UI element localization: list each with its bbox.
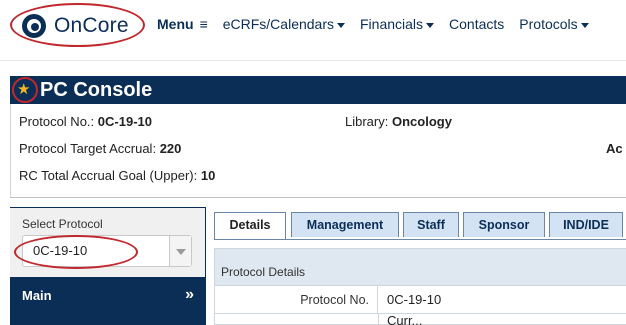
caret-down-icon bbox=[426, 22, 435, 28]
target-accrual-value: 220 bbox=[159, 141, 182, 156]
nav-item-ecrfs-calendars[interactable]: eCRFs/Calendars bbox=[223, 16, 345, 32]
nav-item-protocols[interactable]: Protocols bbox=[519, 16, 589, 32]
select-highlight-circle bbox=[14, 235, 138, 269]
protocol-no-line: Protocol No.: 0C-19-10 bbox=[19, 114, 152, 129]
nav-item-menu[interactable]: Menu ≡ bbox=[157, 16, 208, 32]
protocol-no-label: Protocol No.: bbox=[19, 114, 95, 129]
console-tabs: Details Management Staff Sponsor IND/IDE bbox=[214, 212, 626, 240]
favorite-highlight-circle: ★ bbox=[12, 77, 38, 103]
nav-divider bbox=[0, 60, 626, 61]
oncore-logo-text[interactable]: OnCore bbox=[54, 14, 129, 38]
nav-item-ecrfs-label: eCRFs/Calendars bbox=[222, 16, 334, 32]
caret-down-icon bbox=[337, 22, 345, 28]
tab-underline bbox=[214, 239, 626, 240]
protocol-details-panel: Protocol Details Protocol No. 0C-19-10 C… bbox=[214, 248, 626, 325]
summary-divider bbox=[10, 197, 626, 198]
dropdown-arrow-icon[interactable] bbox=[169, 236, 191, 266]
rc-goal-label: RC Total Accrual Goal (Upper): bbox=[19, 168, 198, 183]
tab-sponsor[interactable]: Sponsor bbox=[463, 212, 545, 237]
tab-staff[interactable]: Staff bbox=[403, 212, 459, 237]
target-accrual-line: Protocol Target Accrual: 220 bbox=[19, 141, 181, 156]
caret-down-icon bbox=[580, 22, 589, 28]
protocol-no-field-label: Protocol No. bbox=[215, 286, 378, 314]
library-line: Library: Oncology bbox=[345, 114, 452, 129]
row-divider bbox=[378, 314, 379, 325]
nav-menu: Menu ≡ eCRFs/Calendars Financials Contac… bbox=[157, 16, 604, 32]
table-row: Protocol No. 0C-19-10 bbox=[215, 285, 626, 314]
partial-row-value: Curr... bbox=[387, 314, 423, 325]
top-navigation: OnCore Menu ≡ eCRFs/Calendars Financials… bbox=[0, 0, 626, 52]
tab-details[interactable]: Details bbox=[214, 212, 286, 240]
protocol-details-header: Protocol Details bbox=[215, 249, 626, 285]
protocol-no-field-value: 0C-19-10 bbox=[387, 292, 442, 307]
nav-item-contacts[interactable]: Contacts bbox=[449, 16, 504, 32]
sidebar-item-main[interactable]: Main » bbox=[10, 283, 206, 311]
console-title-bar: ★ PC Console bbox=[10, 76, 626, 104]
tab-management[interactable]: Management bbox=[291, 212, 399, 237]
sidebar-item-main-label: Main bbox=[22, 288, 52, 303]
oncore-logo-icon bbox=[22, 14, 46, 38]
table-row: Curr... bbox=[215, 313, 626, 325]
accrual-partial-label: Ac bbox=[606, 141, 623, 156]
nav-item-contacts-label: Contacts bbox=[449, 16, 505, 32]
double-chevron-right-icon: » bbox=[185, 286, 194, 303]
protocol-details-title: Protocol Details bbox=[221, 265, 306, 279]
hamburger-icon: ≡ bbox=[199, 16, 208, 32]
library-value: Oncology bbox=[391, 114, 452, 129]
select-protocol-label: Select Protocol bbox=[22, 217, 103, 231]
rc-goal-value: 10 bbox=[200, 168, 216, 183]
nav-item-protocols-label: Protocols bbox=[519, 16, 578, 32]
rc-goal-line: RC Total Accrual Goal (Upper): 10 bbox=[19, 168, 215, 183]
target-accrual-label: Protocol Target Accrual: bbox=[19, 141, 157, 156]
star-icon[interactable]: ★ bbox=[17, 80, 30, 100]
page-title: PC Console bbox=[40, 79, 153, 101]
protocol-summary: Protocol No.: 0C-19-10 Library: Oncology… bbox=[10, 104, 626, 198]
accrual-partial-text: Ac bbox=[606, 141, 623, 156]
logo-highlight-circle: OnCore bbox=[10, 3, 145, 47]
nav-item-financials[interactable]: Financials bbox=[360, 16, 435, 32]
nav-item-menu-label: Menu bbox=[157, 16, 194, 32]
protocol-no-value: 0C-19-10 bbox=[97, 114, 152, 129]
nav-item-financials-label: Financials bbox=[360, 16, 424, 32]
library-label: Library: bbox=[345, 114, 389, 129]
tab-ind-ide[interactable]: IND/IDE bbox=[549, 212, 623, 237]
